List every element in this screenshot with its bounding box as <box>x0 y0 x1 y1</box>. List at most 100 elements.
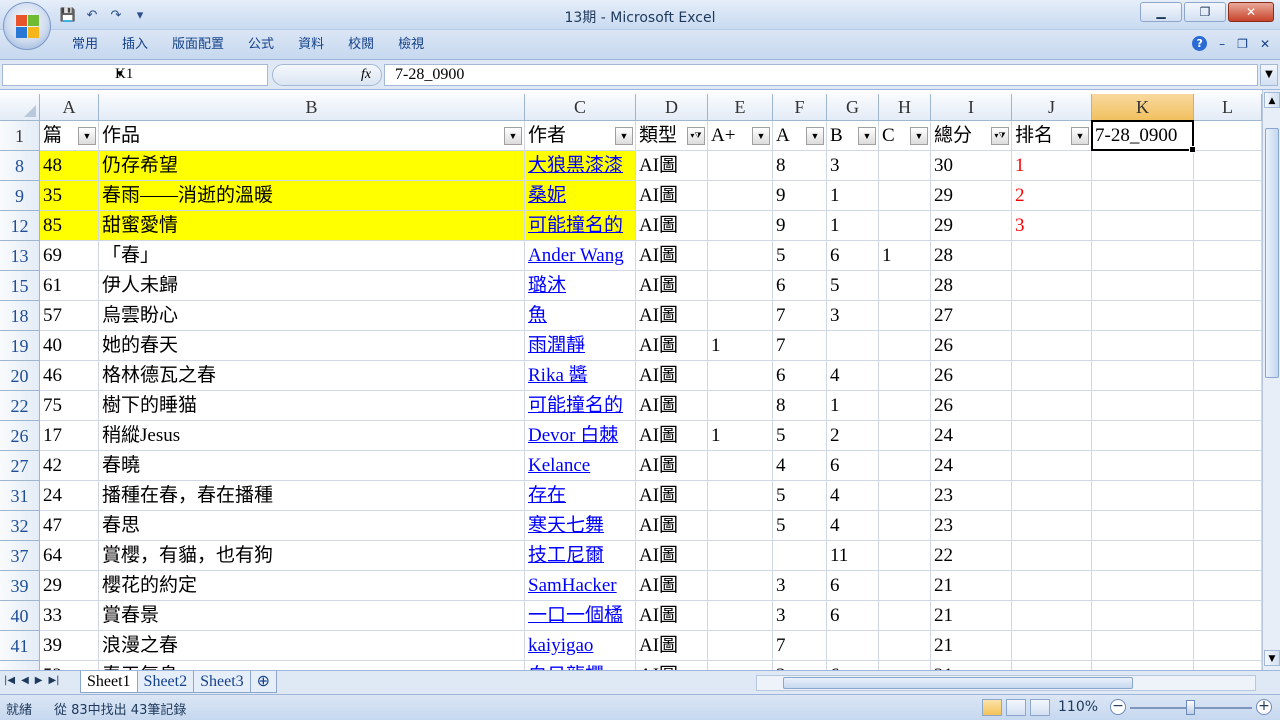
data-cell[interactable]: 存在 <box>525 481 636 511</box>
data-cell[interactable]: 璐沐 <box>525 271 636 301</box>
data-cell[interactable] <box>879 301 931 331</box>
data-cell[interactable]: 75 <box>40 391 99 421</box>
column-header-k[interactable]: K <box>1092 94 1194 121</box>
data-cell[interactable]: AI圖 <box>636 451 708 481</box>
data-cell[interactable]: 1 <box>879 241 931 271</box>
row-header[interactable]: 22 <box>0 391 40 421</box>
data-cell[interactable]: 40 <box>40 331 99 361</box>
data-cell[interactable]: AI圖 <box>636 211 708 241</box>
data-cell[interactable]: 22 <box>931 541 1012 571</box>
data-cell[interactable]: kaiyigao <box>525 631 636 661</box>
expand-formula-bar-icon[interactable]: ▼ <box>1260 64 1278 86</box>
data-cell[interactable]: 24 <box>931 451 1012 481</box>
scroll-up-arrow-icon[interactable]: ▲ <box>1264 92 1280 108</box>
data-cell[interactable] <box>1092 181 1194 211</box>
data-cell[interactable] <box>1194 211 1262 241</box>
data-cell[interactable]: AI圖 <box>636 631 708 661</box>
first-sheet-icon[interactable]: |◀ <box>4 675 15 686</box>
data-cell[interactable] <box>1194 331 1262 361</box>
ribbon-tab-1[interactable]: 插入 <box>110 36 160 56</box>
column-header-d[interactable]: D <box>636 94 708 121</box>
data-cell[interactable]: AI圖 <box>636 181 708 211</box>
data-cell[interactable] <box>708 631 773 661</box>
data-cell[interactable] <box>827 631 879 661</box>
data-cell[interactable]: 5 <box>773 421 827 451</box>
row-header[interactable]: 19 <box>0 331 40 361</box>
data-cell[interactable]: 8 <box>773 391 827 421</box>
data-cell[interactable]: 21 <box>931 661 1012 670</box>
data-cell[interactable]: 5 <box>773 241 827 271</box>
data-cell[interactable]: 39 <box>40 631 99 661</box>
data-cell[interactable]: 2 <box>1012 181 1092 211</box>
data-cell[interactable] <box>1194 511 1262 541</box>
data-cell[interactable]: AI圖 <box>636 331 708 361</box>
data-cell[interactable] <box>879 481 931 511</box>
data-cell[interactable]: Ander Wang <box>525 241 636 271</box>
data-cell[interactable] <box>879 451 931 481</box>
zoom-level[interactable]: 110% <box>1058 699 1098 715</box>
data-cell[interactable] <box>1194 541 1262 571</box>
office-button[interactable] <box>3 2 51 50</box>
data-cell[interactable]: 4 <box>773 451 827 481</box>
header-cell-i[interactable]: 總分 ▾⧩ <box>931 121 1012 151</box>
data-cell[interactable] <box>1092 571 1194 601</box>
data-cell[interactable] <box>1092 391 1194 421</box>
data-cell[interactable] <box>1092 451 1194 481</box>
header-cell-d[interactable]: 類型 ▾⧩ <box>636 121 708 151</box>
data-cell[interactable]: 48 <box>40 151 99 181</box>
header-cell-g[interactable]: B ▼ <box>827 121 879 151</box>
data-cell[interactable]: AI圖 <box>636 151 708 181</box>
data-cell[interactable]: AI圖 <box>636 601 708 631</box>
data-cell[interactable]: 桑妮 <box>525 181 636 211</box>
data-cell[interactable]: 69 <box>40 241 99 271</box>
data-cell[interactable]: 23 <box>931 481 1012 511</box>
column-header-j[interactable]: J <box>1012 94 1092 121</box>
row-header[interactable]: 26 <box>0 421 40 451</box>
filter-active-icon[interactable]: ▾⧩ <box>991 127 1009 145</box>
data-cell[interactable]: 24 <box>40 481 99 511</box>
data-cell[interactable]: 格林德瓦之春 <box>99 361 525 391</box>
data-cell[interactable] <box>1194 601 1262 631</box>
data-cell[interactable]: 3 <box>773 571 827 601</box>
data-cell[interactable]: 85 <box>40 211 99 241</box>
horizontal-scrollbar[interactable] <box>756 675 1256 691</box>
data-cell[interactable] <box>1092 601 1194 631</box>
data-cell[interactable] <box>708 511 773 541</box>
data-cell[interactable] <box>1012 421 1092 451</box>
data-cell[interactable]: 46 <box>40 361 99 391</box>
data-cell[interactable] <box>708 211 773 241</box>
row-header[interactable]: 9 <box>0 181 40 211</box>
header-cell-c[interactable]: 作者 ▼ <box>525 121 636 151</box>
data-cell[interactable]: 樹下的睡猫 <box>99 391 525 421</box>
data-cell[interactable]: 6 <box>773 271 827 301</box>
data-cell[interactable]: 28 <box>931 271 1012 301</box>
data-cell[interactable]: 春雨——消逝的溫暖 <box>99 181 525 211</box>
column-header-h[interactable]: H <box>879 94 931 121</box>
data-cell[interactable]: 雨潤靜 <box>525 331 636 361</box>
data-cell[interactable]: 5 <box>827 271 879 301</box>
ribbon-restore-button[interactable]: ❐ <box>1237 37 1248 51</box>
data-cell[interactable]: 寒天七舞 <box>525 511 636 541</box>
restore-button[interactable]: ❐ <box>1184 2 1226 22</box>
filter-dropdown-icon[interactable]: ▼ <box>910 127 928 145</box>
data-cell[interactable] <box>879 391 931 421</box>
data-cell[interactable]: 賞春景 <box>99 601 525 631</box>
row-header[interactable]: 39 <box>0 571 40 601</box>
data-cell[interactable] <box>708 301 773 331</box>
data-cell[interactable] <box>708 571 773 601</box>
data-cell[interactable]: 伊人未歸 <box>99 271 525 301</box>
data-cell[interactable] <box>1092 211 1194 241</box>
data-cell[interactable]: 1 <box>1012 151 1092 181</box>
row-header[interactable]: 13 <box>0 241 40 271</box>
data-cell[interactable]: 7 <box>773 331 827 361</box>
filter-dropdown-icon[interactable]: ▼ <box>615 127 633 145</box>
data-cell[interactable]: 3 <box>773 661 827 670</box>
data-cell[interactable] <box>1194 421 1262 451</box>
data-cell[interactable]: 白日龍櫻 <box>525 661 636 670</box>
column-header-b[interactable]: B <box>99 94 525 121</box>
filter-dropdown-icon[interactable]: ▼ <box>504 127 522 145</box>
prev-sheet-icon[interactable]: ◀ <box>21 675 29 686</box>
data-cell[interactable] <box>1194 631 1262 661</box>
data-cell[interactable]: 27 <box>931 301 1012 331</box>
ribbon-tab-0[interactable]: 常用 <box>60 36 110 56</box>
